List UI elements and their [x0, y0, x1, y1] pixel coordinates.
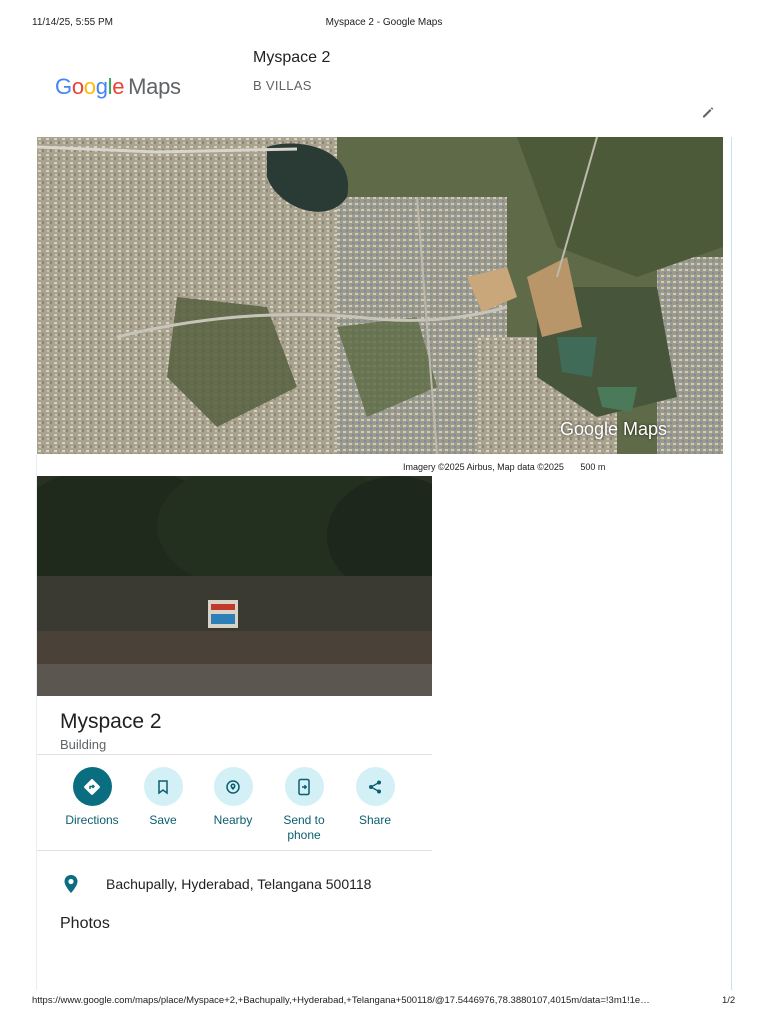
nearby-icon [213, 767, 253, 806]
logo-product: Maps [128, 74, 181, 99]
print-page-title: Myspace 2 - Google Maps [325, 17, 443, 28]
frame-border [731, 137, 732, 990]
directions-button[interactable]: Directions [57, 767, 127, 828]
address-row[interactable]: Bachupally, Hyderabad, Telangana 500118 [60, 872, 440, 896]
nearby-button[interactable]: Nearby [198, 767, 268, 828]
print-header: 11/14/25, 5:55 PM Myspace 2 - Google Map… [0, 17, 768, 31]
send-to-phone-button[interactable]: Send to phone [269, 767, 339, 843]
nearby-label: Nearby [213, 813, 253, 827]
send-to-phone-icon [284, 767, 324, 806]
divider [37, 850, 432, 851]
google-maps-logo: Google Maps [55, 74, 181, 100]
satellite-map[interactable]: Google Maps [37, 137, 723, 454]
location-pin-icon [62, 874, 80, 899]
place-name: Myspace 2 [60, 710, 162, 733]
attribution-text: Imagery ©2025 Airbus, Map data ©2025 [403, 462, 564, 472]
print-page-number: 1/2 [722, 995, 736, 1006]
share-icon [355, 767, 395, 806]
edit-icon[interactable] [700, 104, 716, 120]
directions-icon [72, 767, 112, 806]
directions-label: Directions [65, 813, 119, 827]
map-scale: 500 m [580, 462, 606, 472]
logo-letter: o [83, 74, 96, 99]
action-bar: Directions Save Nearby Send to phone Sha… [37, 767, 432, 847]
logo-letter: g [95, 74, 108, 99]
share-label: Share [358, 813, 392, 827]
logo-letter: G [55, 74, 72, 99]
place-photo[interactable] [37, 476, 432, 696]
place-header-subtitle: B VILLAS [253, 78, 312, 93]
address-text: Bachupally, Hyderabad, Telangana 500118 [106, 876, 372, 892]
print-url: https://www.google.com/maps/place/Myspac… [32, 995, 650, 1006]
map-attribution: Imagery ©2025 Airbus, Map data ©2025 500… [403, 462, 605, 472]
divider [37, 754, 432, 755]
photos-heading: Photos [60, 915, 110, 932]
bookmark-icon [143, 767, 183, 806]
share-button[interactable]: Share [340, 767, 410, 828]
logo-letter: o [71, 74, 84, 99]
place-category: Building [60, 737, 107, 752]
save-label: Save [149, 813, 177, 827]
save-button[interactable]: Save [128, 767, 198, 828]
send-to-phone-label: Send to phone [283, 813, 325, 842]
map-watermark: Google Maps [559, 419, 667, 439]
logo-letter: e [112, 74, 125, 99]
place-header-title: Myspace 2 [253, 49, 331, 66]
